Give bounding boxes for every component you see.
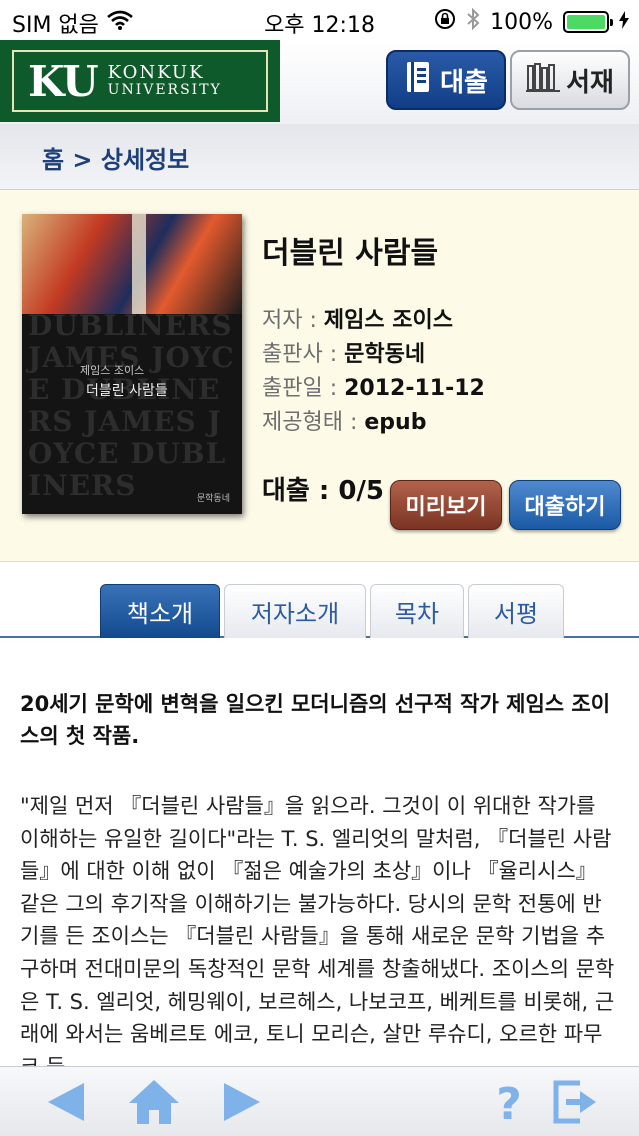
home-icon[interactable] [126,1077,182,1127]
university-logo[interactable]: KU KONKUK UNIVERSITY [0,40,280,122]
format-value: epub [364,410,427,435]
bluetooth-icon [466,7,480,37]
tab-reviews[interactable]: 서평 [468,584,564,638]
publisher-row: 출판사 : 문학동네 [262,336,425,368]
shelf-button-label: 서재 [566,67,614,98]
forward-arrow-icon[interactable] [216,1077,266,1127]
charging-icon [619,10,629,35]
logo-line1: KONKUK [107,62,205,84]
book-title: 더블린 사람들 [262,236,439,271]
format-row: 제공형태 : epub [262,404,426,436]
description-headline: 20세기 문학에 변혁을 일으킨 모더니즘의 선구적 작가 제임스 조이스의 첫… [20,692,611,748]
cover-author: 제임스 조이스 [80,364,145,377]
author-value: 제임스 조이스 [323,308,453,333]
cover-artwork-stripe [132,214,146,314]
status-bar: SIM 없음 오후 12:18 100% [0,0,639,40]
back-arrow-icon[interactable] [42,1077,92,1127]
bottom-toolbar: ? [0,1066,639,1136]
help-icon[interactable]: ? [484,1077,534,1130]
book-cover: DUBLINERS JAMES JOYCE DUBLINERS JAMES JO… [22,214,242,514]
battery-fill [567,15,605,29]
cover-title: 더블린 사람들 [86,383,168,399]
description-paragraph: "제일 먼저 『더블린 사람들』을 읽으라. 그것이 이 위대한 작가를 이해하… [20,794,615,1066]
logo-wordmark: KONKUK UNIVERSITY [107,62,222,99]
publisher-value: 문학동네 [344,342,426,367]
publisher-label: 출판사 : [262,342,345,367]
author-row: 저자 : 제임스 조이스 [262,302,453,334]
logo-mark: KU [28,56,99,106]
breadcrumb-text[interactable]: 홈 > 상세정보 [42,140,189,175]
bookshelf-icon [526,60,561,101]
preview-button[interactable]: 미리보기 [390,480,502,530]
shelf-button[interactable]: 서재 [510,50,630,110]
loan-status: 대출 : 0/5 [262,476,385,506]
pubdate-value: 2012-11-12 [344,376,485,401]
breadcrumb: 홈 > 상세정보 [0,124,639,190]
tab-table-of-contents[interactable]: 목차 [370,584,464,638]
pubdate-row: 출판일 : 2012-11-12 [262,370,485,402]
battery-percent: 100% [490,9,553,35]
app-header: KU KONKUK UNIVERSITY 대출 서재 [0,40,639,124]
exit-icon[interactable] [550,1077,600,1127]
cover-publisher: 문학동네 [196,494,230,504]
loan-book-icon [404,59,434,102]
status-right: 100% [434,7,629,37]
logo-line2: UNIVERSITY [107,82,222,99]
pubdate-label: 출판일 : [262,376,345,401]
loan-button[interactable]: 대출 [386,50,506,110]
author-label: 저자 : [262,308,324,333]
logo-frame: KU KONKUK UNIVERSITY [12,50,268,112]
tab-bar: 책소개 저자소개 목차 서평 [0,562,639,638]
tab-book-intro[interactable]: 책소개 [100,584,220,638]
borrow-button[interactable]: 대출하기 [509,480,621,530]
book-detail: DUBLINERS JAMES JOYCE DUBLINERS JAMES JO… [0,190,639,562]
battery-icon [563,11,613,33]
book-description[interactable]: 20세기 문학에 변혁을 일으킨 모더니즘의 선구적 작가 제임스 조이스의 첫… [0,640,639,1066]
svg-text:?: ? [496,1079,522,1127]
tab-author-intro[interactable]: 저자소개 [224,584,366,638]
cover-background-text: DUBLINERS JAMES JOYCE DUBLINERS JAMES JO… [28,309,235,502]
rotation-lock-icon [434,8,456,36]
loan-button-label: 대출 [440,67,488,98]
format-label: 제공형태 : [262,410,365,435]
